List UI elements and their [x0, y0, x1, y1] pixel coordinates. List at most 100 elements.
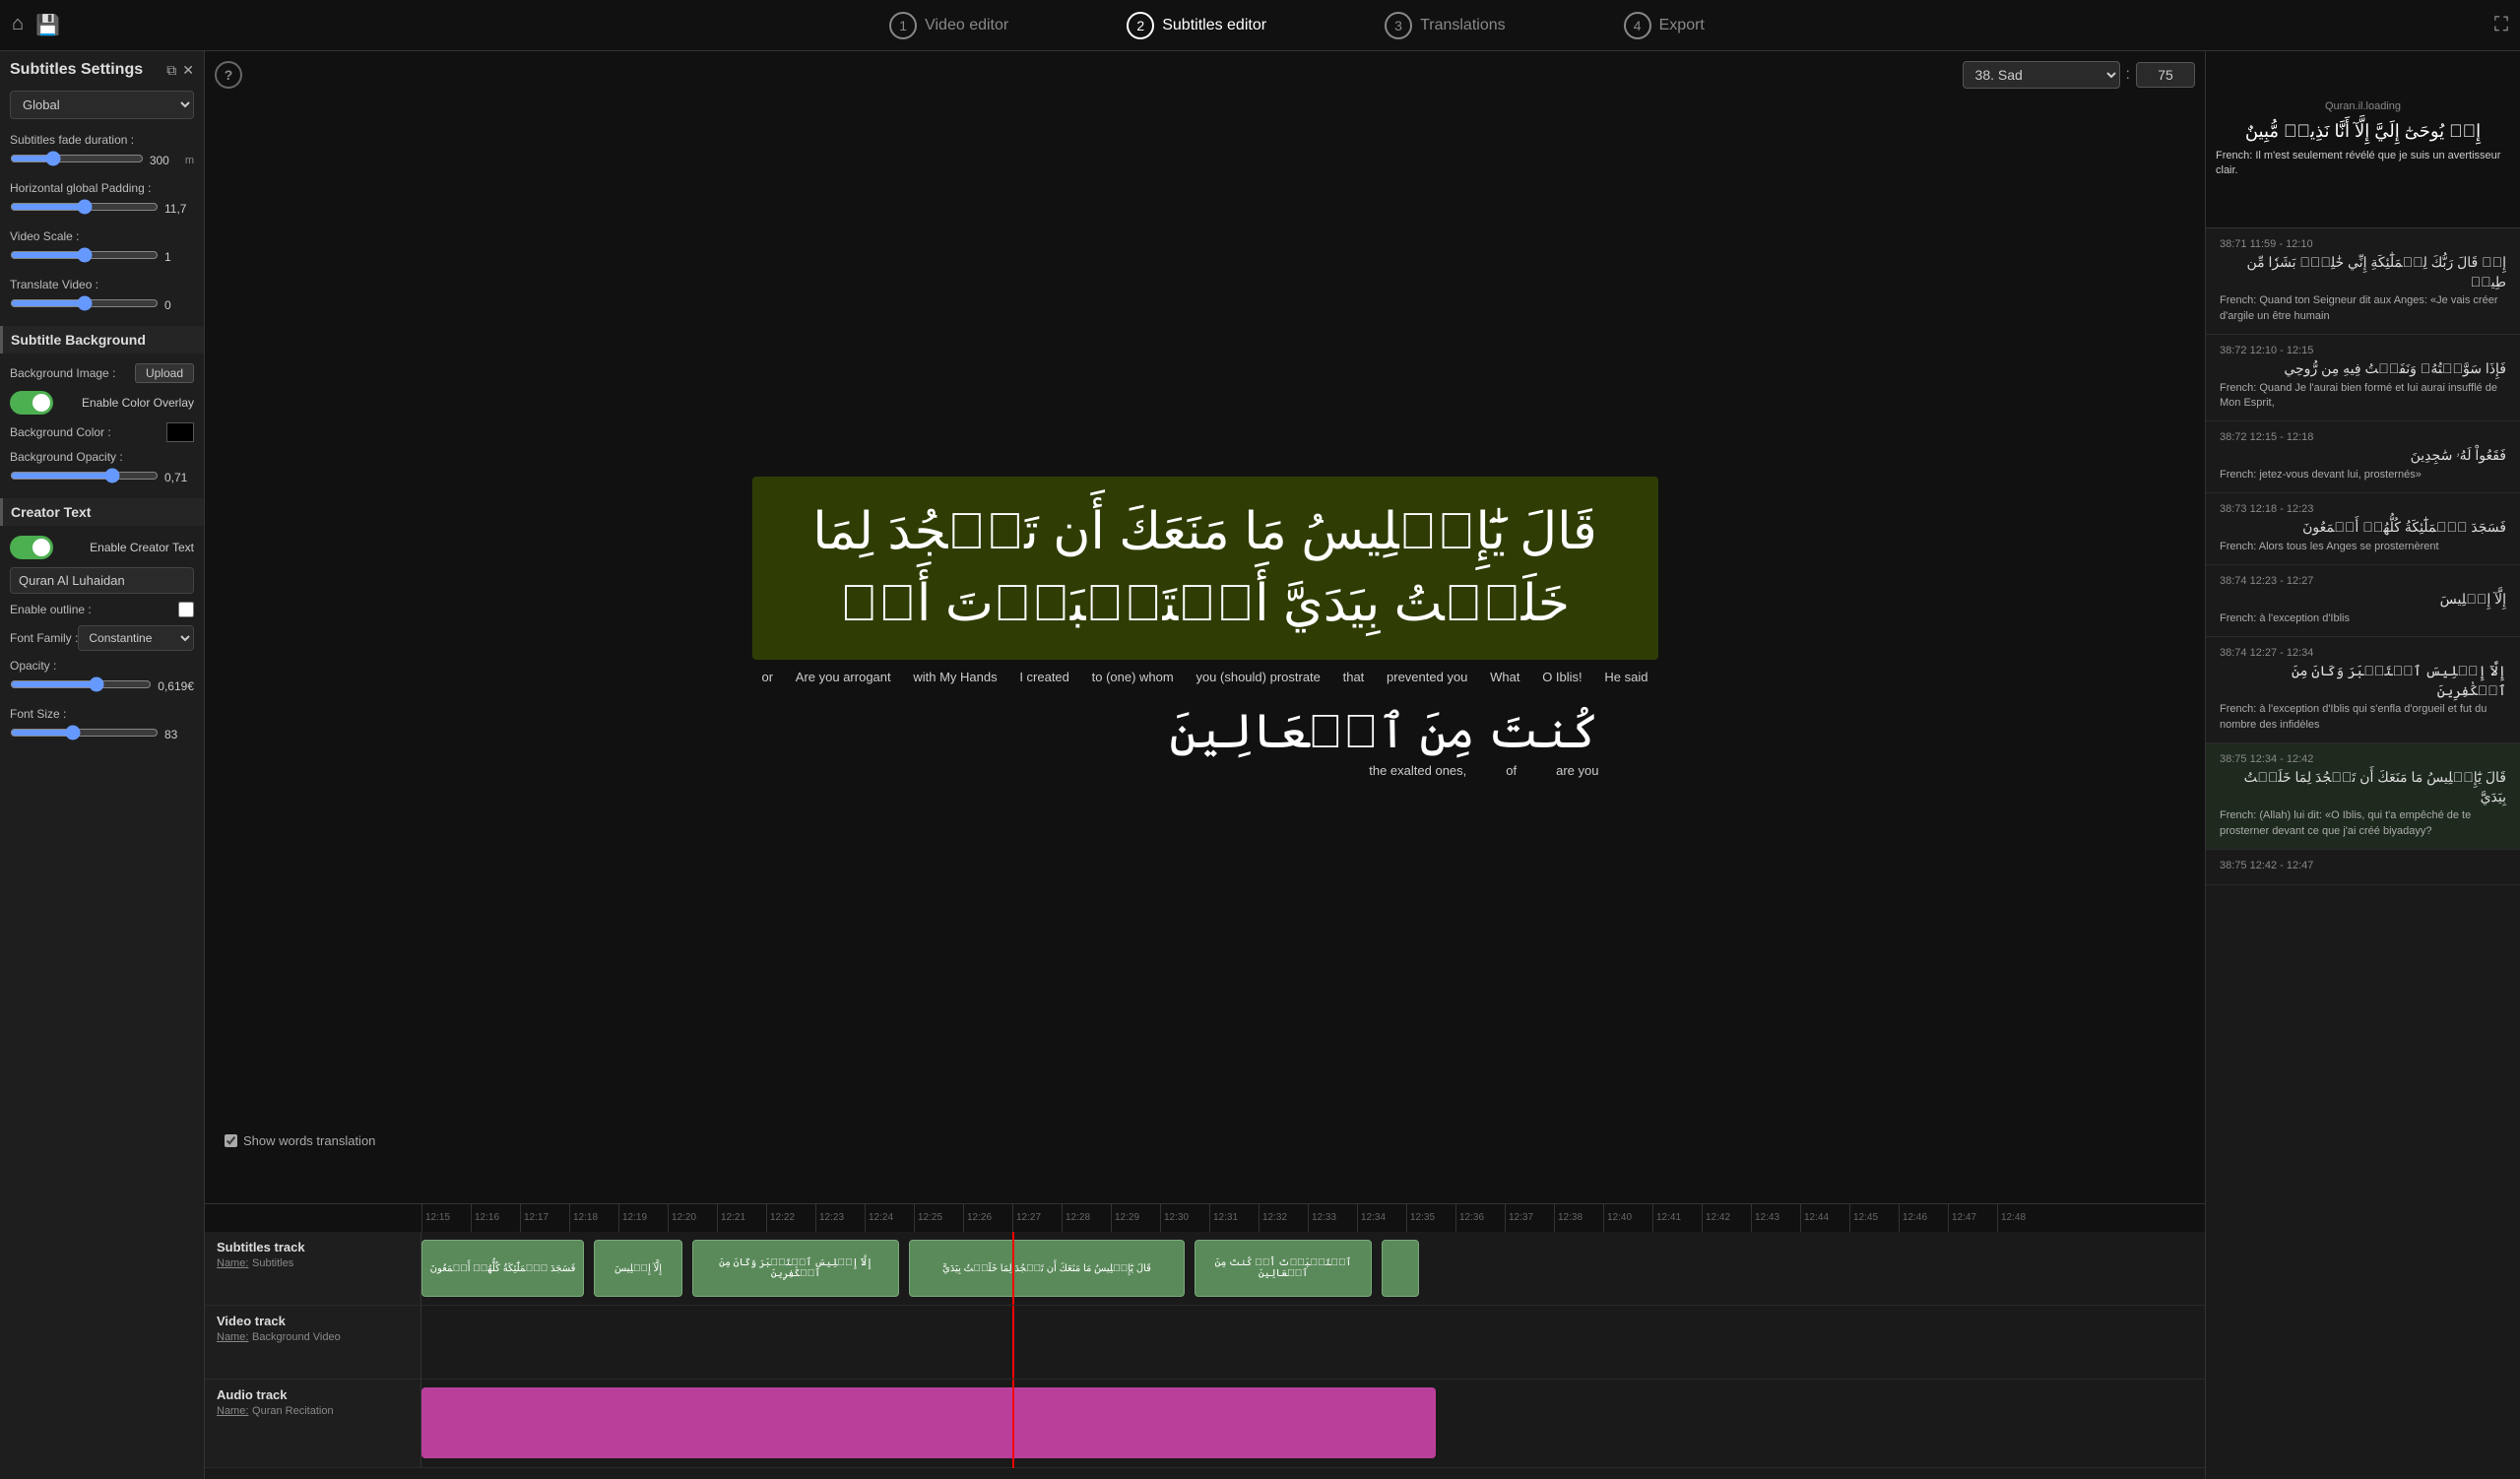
ruler-tick: 12:40 — [1603, 1204, 1652, 1232]
video-playhead — [1012, 1306, 1014, 1379]
font-family-select[interactable]: Constantine — [78, 625, 194, 651]
subtitle-display: قَالَ يَٰٓإِبۡلِيسُ مَا مَنَعَكَ أَن تَس… — [713, 457, 1698, 798]
subtitles-name-label[interactable]: Name: — [217, 1257, 248, 1269]
bg-color-row: Background Color : — [10, 422, 194, 442]
creator-toggle[interactable] — [10, 536, 53, 559]
padding-slider[interactable] — [10, 199, 159, 215]
trans-word-prostrate: you (should) prostrate — [1195, 670, 1320, 684]
video-track-info: Video track Name: Background Video — [205, 1306, 421, 1379]
subtitle-seg-1[interactable]: فَسَجَدَ ٱلۡمَلَٰٓئِكَةُ كُلُّهُمۡ أَجۡم… — [421, 1240, 584, 1297]
overlay-toggle-label: Enable Color Overlay — [82, 396, 194, 410]
bg-opacity-label: Background Opacity : — [10, 450, 194, 464]
nav-step-3[interactable]: 3 Translations — [1385, 12, 1506, 39]
nav-step-4[interactable]: 4 Export — [1624, 12, 1705, 39]
opacity-slider[interactable] — [10, 676, 152, 692]
ruler-tick: 12:41 — [1652, 1204, 1702, 1232]
audio-playhead — [1012, 1380, 1014, 1468]
ruler-tick: 12:26 — [963, 1204, 1012, 1232]
center-area: ? 38. Sad : قَالَ يَٰٓإِبۡلِيسُ مَا مَنَ… — [205, 51, 2205, 1479]
verse-dropdown[interactable]: 38. Sad — [1963, 61, 2120, 89]
verse-list-item[interactable]: 38:75 12:42 - 12:47 — [2206, 850, 2520, 885]
bg-image-row: Background Image : Upload — [10, 363, 194, 383]
bg-color-picker[interactable] — [166, 422, 194, 442]
outline-checkbox[interactable] — [178, 602, 194, 617]
home-icon[interactable]: ⌂ — [12, 13, 24, 37]
trans-word-hesaid: He said — [1604, 670, 1648, 684]
audio-track-name: Audio track — [217, 1387, 409, 1402]
fade-slider[interactable] — [10, 151, 144, 166]
bg-opacity-slider[interactable] — [10, 468, 159, 483]
ruler-tick: 12:32 — [1259, 1204, 1308, 1232]
trans2-of: of — [1506, 763, 1517, 778]
ruler-tick: 12:42 — [1702, 1204, 1751, 1232]
step-2-circle: 2 — [1127, 12, 1154, 39]
subtitle-seg-4[interactable]: قَالَ يَٰٓإِبۡلِيسُ مَا مَنَعَكَ أَن تَس… — [909, 1240, 1185, 1297]
trans-word-that: that — [1343, 670, 1365, 684]
trans-word-arrogant: Are you arrogant — [796, 670, 891, 684]
verse-list-item[interactable]: 38:73 12:18 - 12:23فَسَجَدَ ٱلۡمَلَٰٓئِك… — [2206, 493, 2520, 565]
trans-word-or: or — [762, 670, 774, 684]
fullscreen-icon[interactable]: ⛶ — [2494, 14, 2508, 35]
bg-opacity-row: 0,71 — [10, 468, 194, 486]
copy-icon[interactable]: ⧉ — [166, 62, 176, 79]
enable-overlay-row: Enable Color Overlay — [10, 391, 194, 415]
close-icon[interactable]: ✕ — [182, 62, 194, 79]
verse-selector: 38. Sad : — [1963, 61, 2195, 89]
nav-step-2[interactable]: 2 Subtitles editor — [1127, 12, 1266, 39]
verse-number-input[interactable] — [2136, 62, 2195, 88]
ruler-tick: 12:38 — [1554, 1204, 1603, 1232]
verse-list-item[interactable]: 38:74 12:23 - 12:27إِلَّآ إِبۡلِيسَFrenc… — [2206, 565, 2520, 637]
global-dropdown[interactable]: Global — [10, 91, 194, 119]
subtitle-seg-3[interactable]: إِلَّآ إِبۡلِيسَ ٱسۡتَكۡبَرَ وَكَانَ مِن… — [692, 1240, 899, 1297]
ruler-tick: 12:45 — [1849, 1204, 1899, 1232]
font-size-label: Font Size : — [10, 707, 194, 721]
help-button[interactable]: ? — [215, 61, 242, 89]
subtitle-seg-2[interactable]: إِلَّآ إِبۡلِيسَ — [594, 1240, 682, 1297]
show-words-row: Show words translation — [225, 1133, 375, 1148]
arabic-line-1: قَالَ يَٰٓإِبۡلِيسُ مَا مَنَعَكَ أَن تَس… — [752, 477, 1658, 660]
trans-word-created: I created — [1019, 670, 1069, 684]
verse-list-item[interactable]: 38:72 12:15 - 12:18فَقَعُواْ لَهُۥ سَٰجِ… — [2206, 421, 2520, 493]
audio-track: Audio track Name: Quran Recitation — [205, 1380, 2205, 1468]
video-name-label[interactable]: Name: — [217, 1331, 248, 1343]
creator-text-input[interactable] — [10, 567, 194, 594]
upload-button[interactable]: Upload — [135, 363, 194, 383]
verse-list-item[interactable]: 38:74 12:27 - 12:34إِلَّآ إِبۡلِيسَ ٱسۡت… — [2206, 637, 2520, 743]
font-size-slider-container — [10, 725, 159, 743]
bg-opacity-value: 0,71 — [164, 471, 194, 484]
translate-value: 0 — [164, 298, 194, 312]
ruler-tick: 12:21 — [717, 1204, 766, 1232]
ruler-tick: 12:18 — [569, 1204, 618, 1232]
fade-row: 300 m — [10, 151, 194, 169]
font-size-slider[interactable] — [10, 725, 159, 740]
translate-row: 0 — [10, 295, 194, 314]
verse-list-item[interactable]: 38:71 11:59 - 12:10إِذۡ قَالَ رَبُّكَ لِ… — [2206, 228, 2520, 335]
save-icon[interactable]: 💾 — [35, 13, 60, 37]
overlay-toggle[interactable] — [10, 391, 53, 415]
right-panel: Quran.il.loading إِنۡ يُوحَىٰٓ إِلَيَّ إ… — [2205, 51, 2520, 1479]
verse-list-item[interactable]: 38:75 12:34 - 12:42قَالَ يَٰٓإِبۡلِيسُ م… — [2206, 743, 2520, 850]
audio-name-label[interactable]: Name: — [217, 1405, 248, 1417]
trans2-exalted: the exalted ones, — [1369, 763, 1466, 778]
padding-label: Horizontal global Padding : — [10, 181, 194, 195]
nav-left-icons: ⌂ 💾 — [12, 13, 60, 37]
verse-french: French: jetez-vous devant lui, prosterné… — [2220, 468, 2506, 482]
verse-arabic: فَسَجَدَ ٱلۡمَلَٰٓئِكَةُ كُلُّهُمۡ أَجۡم… — [2220, 518, 2506, 538]
step-3-circle: 3 — [1385, 12, 1412, 39]
translate-slider[interactable] — [10, 295, 159, 311]
top-nav: ⌂ 💾 1 Video editor 2 Subtitles editor 3 … — [0, 0, 2520, 51]
step-2-label: Subtitles editor — [1162, 17, 1266, 34]
scale-slider[interactable] — [10, 247, 159, 263]
subtitle-seg-5[interactable]: ٱسۡتَكۡبَرۡتَ أَمۡ كُنتَ مِنَ ٱلۡعَالِين… — [1195, 1240, 1372, 1297]
timeline-area[interactable]: 12:1512:1612:1712:1812:1912:2012:2112:22… — [205, 1203, 2205, 1479]
creator-toggle-label: Enable Creator Text — [90, 541, 194, 554]
verse-list-item[interactable]: 38:72 12:10 - 12:15فَإِذَا سَوَّيۡتُهُۥ … — [2206, 335, 2520, 421]
audio-segment[interactable] — [421, 1387, 1436, 1458]
timeline-wrapper: 12:1512:1612:1712:1812:1912:2012:2112:22… — [205, 1204, 2205, 1468]
show-words-checkbox[interactable] — [225, 1134, 237, 1147]
verse-french: French: à l'exception d'Iblis qui s'enfl… — [2220, 702, 2506, 733]
right-preview: Quran.il.loading إِنۡ يُوحَىٰٓ إِلَيَّ إ… — [2206, 51, 2520, 228]
subtitle-seg-6[interactable] — [1382, 1240, 1419, 1297]
right-preview-arabic: إِنۡ يُوحَىٰٓ إِلَيَّ إِلَّآ أَنَّا نَذِ… — [2245, 118, 2481, 145]
nav-step-1[interactable]: 1 Video editor — [889, 12, 1008, 39]
